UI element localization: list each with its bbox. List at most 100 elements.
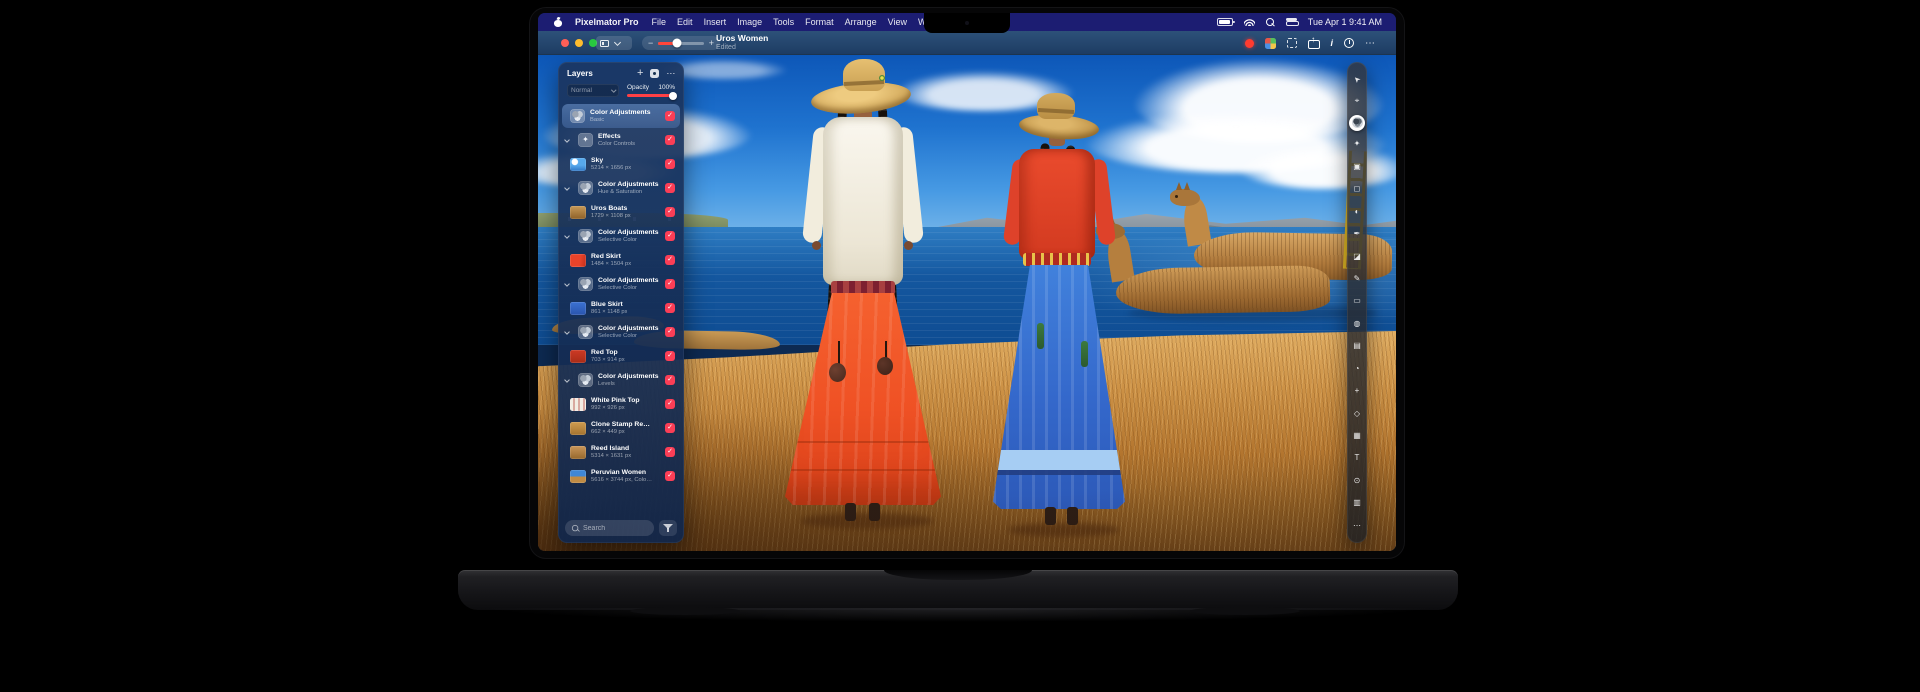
- menu-image[interactable]: Image: [737, 17, 762, 27]
- pen-tool[interactable]: ✒: [1348, 225, 1366, 243]
- layer-visibility-checkbox[interactable]: ✓: [665, 375, 675, 385]
- chevron-down-icon[interactable]: [564, 281, 570, 287]
- effects-tool[interactable]: ✦: [1348, 135, 1366, 153]
- layer-visibility-checkbox[interactable]: ✓: [665, 111, 675, 121]
- slice-tool[interactable]: ▥: [1348, 494, 1366, 512]
- record-status-icon[interactable]: [1245, 39, 1254, 48]
- info-icon[interactable]: i: [1330, 38, 1333, 48]
- layers-more-button[interactable]: ⋯: [666, 68, 676, 79]
- layer-row[interactable]: Color AdjustmentsBasic✓: [562, 104, 680, 128]
- battery-icon[interactable]: [1217, 18, 1233, 26]
- crop-tool[interactable]: ▣: [1348, 158, 1366, 176]
- layer-visibility-checkbox[interactable]: ✓: [665, 255, 675, 265]
- layer-row[interactable]: Sky5214 × 1656 px✓: [562, 152, 680, 176]
- menu-view[interactable]: View: [888, 17, 907, 27]
- layers-search-field[interactable]: [565, 520, 654, 536]
- history-timer-icon[interactable]: [1344, 38, 1354, 48]
- add-layer-button[interactable]: +: [637, 68, 643, 79]
- more-tool[interactable]: ⋯: [1348, 517, 1366, 535]
- opacity-slider-knob[interactable]: [669, 92, 677, 100]
- canvas-size-icon[interactable]: [1287, 38, 1297, 48]
- layer-visibility-checkbox[interactable]: ✓: [665, 327, 675, 337]
- layer-visibility-checkbox[interactable]: ✓: [665, 159, 675, 169]
- layer-row[interactable]: ✦EffectsColor Controls✓: [562, 128, 680, 152]
- layer-visibility-checkbox[interactable]: ✓: [665, 135, 675, 145]
- layer-row[interactable]: Color AdjustmentsSelective Color✓: [562, 272, 680, 296]
- layer-row[interactable]: Color AdjustmentsHue & Saturation✓: [562, 176, 680, 200]
- chevron-down-icon[interactable]: [564, 185, 570, 191]
- menu-arrange[interactable]: Arrange: [845, 17, 877, 27]
- menu-format[interactable]: Format: [805, 17, 834, 27]
- layer-visibility-checkbox[interactable]: ✓: [665, 279, 675, 289]
- layer-row[interactable]: Red Top703 × 914 px✓: [562, 344, 680, 368]
- layer-filter-icon[interactable]: [650, 69, 659, 78]
- share-icon[interactable]: [1308, 37, 1319, 49]
- layer-visibility-checkbox[interactable]: ✓: [665, 183, 675, 193]
- gradient-tool[interactable]: ▤: [1348, 337, 1366, 355]
- repair-tool[interactable]: +: [1348, 382, 1366, 400]
- search-input[interactable]: [583, 525, 654, 532]
- menu-file[interactable]: File: [652, 17, 667, 27]
- brush-tool[interactable]: ✎: [1348, 270, 1366, 288]
- layer-visibility-checkbox[interactable]: ✓: [665, 399, 675, 409]
- layer-row[interactable]: Reed Island5314 × 1631 px✓: [562, 440, 680, 464]
- layer-row[interactable]: Clone Stamp Reeds662 × 449 px✓: [562, 416, 680, 440]
- zoom-slider[interactable]: − +: [642, 36, 720, 50]
- eraser-tool[interactable]: ▭: [1348, 292, 1366, 310]
- color-adjustments-tool[interactable]: [1349, 115, 1365, 131]
- zoom-out-icon[interactable]: −: [648, 38, 653, 48]
- chevron-down-icon[interactable]: [564, 329, 570, 335]
- layer-visibility-checkbox[interactable]: ✓: [665, 303, 675, 313]
- wifi-icon[interactable]: [1244, 18, 1255, 26]
- layer-visibility-checkbox[interactable]: ✓: [665, 207, 675, 217]
- chevron-down-icon[interactable]: [564, 233, 570, 239]
- layer-visibility-checkbox[interactable]: ✓: [665, 351, 675, 361]
- sidebar-toggle-button[interactable]: [596, 36, 632, 50]
- retouch-tool[interactable]: ◔: [1348, 360, 1366, 378]
- zoom-in-icon[interactable]: +: [709, 38, 714, 48]
- layer-row[interactable]: Blue Skirt861 × 1148 px✓: [562, 296, 680, 320]
- chevron-down-icon[interactable]: [564, 377, 570, 383]
- zoom-slider-knob[interactable]: [673, 39, 682, 48]
- blend-mode-select[interactable]: Normal: [567, 84, 619, 97]
- more-actions-icon[interactable]: ⋯: [1365, 38, 1376, 49]
- layer-subtitle: Basic: [590, 117, 651, 124]
- minimize-window-button[interactable]: [575, 39, 583, 47]
- menu-tools[interactable]: Tools: [773, 17, 794, 27]
- chevron-down-icon[interactable]: [564, 137, 570, 143]
- app-menu-title[interactable]: Pixelmator Pro: [575, 17, 639, 27]
- shapes-tool[interactable]: ▦: [1348, 427, 1366, 445]
- layer-row[interactable]: Color AdjustmentsSelective Color✓: [562, 224, 680, 248]
- layer-row[interactable]: White Pink Top992 × 926 px✓: [562, 392, 680, 416]
- apple-menu-icon[interactable]: [554, 18, 562, 27]
- warp-tool[interactable]: ◇: [1348, 405, 1366, 423]
- menu-bar-clock[interactable]: Tue Apr 1 9:41 AM: [1308, 17, 1382, 27]
- zoom-slider-track[interactable]: [658, 42, 703, 45]
- quick-selection-tool[interactable]: ◐: [1348, 203, 1366, 221]
- menu-insert[interactable]: Insert: [704, 17, 727, 27]
- spotlight-search-icon[interactable]: [1266, 18, 1275, 27]
- layer-row[interactable]: Uros Boats1729 × 1108 px✓: [562, 200, 680, 224]
- menu-edit[interactable]: Edit: [677, 17, 693, 27]
- type-tool[interactable]: T: [1348, 449, 1366, 467]
- color-fill-tool[interactable]: ◍: [1348, 315, 1366, 333]
- zoom-tool[interactable]: ⊙: [1348, 472, 1366, 490]
- layer-visibility-checkbox[interactable]: ✓: [665, 471, 675, 481]
- selection-tool[interactable]: ◻: [1348, 180, 1366, 198]
- layer-row[interactable]: Red Skirt1484 × 1504 px✓: [562, 248, 680, 272]
- layer-row[interactable]: Peruvian Women5616 × 3744 px, Color Adju…: [562, 464, 680, 488]
- opacity-slider[interactable]: [627, 94, 675, 97]
- layer-visibility-checkbox[interactable]: ✓: [665, 231, 675, 241]
- arrange-tool[interactable]: ➤: [1348, 70, 1366, 88]
- layer-visibility-checkbox[interactable]: ✓: [665, 447, 675, 457]
- close-window-button[interactable]: [561, 39, 569, 47]
- leg: [869, 503, 880, 521]
- control-center-icon[interactable]: [1286, 18, 1297, 26]
- clone-tool[interactable]: ◪: [1348, 248, 1366, 266]
- layer-row[interactable]: Color AdjustmentsLevels✓: [562, 368, 680, 392]
- layer-row[interactable]: Color AdjustmentsSelective Color✓: [562, 320, 680, 344]
- color-swatches-icon[interactable]: [1265, 38, 1276, 49]
- style-tool[interactable]: ⌖: [1348, 92, 1366, 110]
- layer-visibility-checkbox[interactable]: ✓: [665, 423, 675, 433]
- filter-funnel-button[interactable]: [659, 520, 677, 536]
